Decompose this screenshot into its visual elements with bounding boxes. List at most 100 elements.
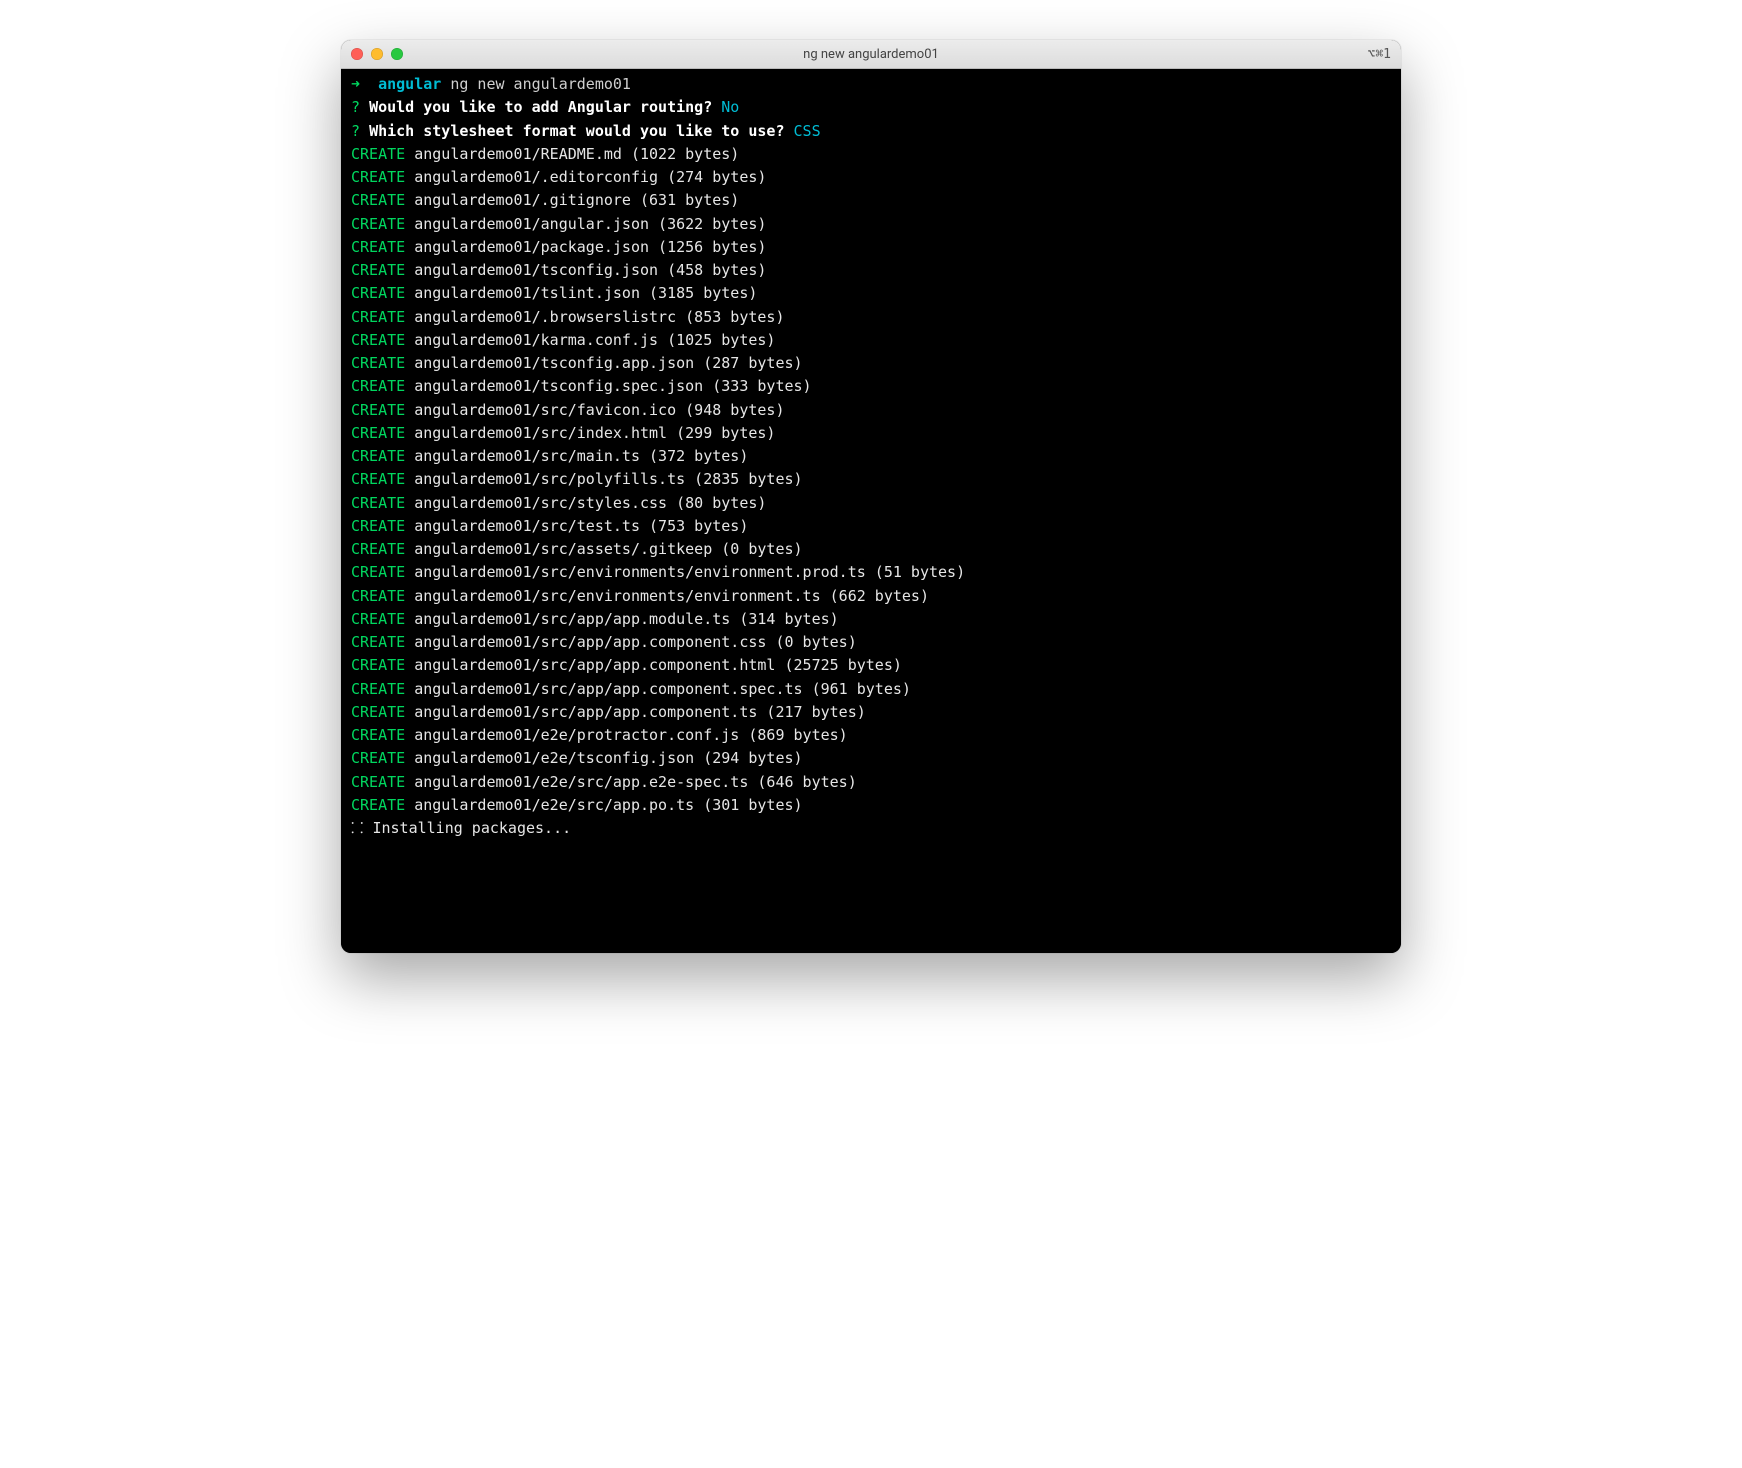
terminal-body[interactable]: ➜ angular ng new angulardemo01? Would yo…: [341, 69, 1401, 953]
status-text: Installing packages...: [372, 819, 571, 837]
create-path: angulardemo01/.browserslistrc (853 bytes…: [405, 308, 784, 326]
create-label: CREATE: [351, 470, 405, 488]
create-path: angulardemo01/src/styles.css (80 bytes): [405, 494, 766, 512]
create-line: CREATE angulardemo01/src/index.html (299…: [351, 422, 1391, 445]
create-line: CREATE angulardemo01/src/polyfills.ts (2…: [351, 468, 1391, 491]
create-label: CREATE: [351, 773, 405, 791]
create-line: CREATE angulardemo01/src/app/app.compone…: [351, 631, 1391, 654]
create-label: CREATE: [351, 308, 405, 326]
create-path: angulardemo01/.gitignore (631 bytes): [405, 191, 739, 209]
create-label: CREATE: [351, 191, 405, 209]
create-path: angulardemo01/e2e/protractor.conf.js (86…: [405, 726, 848, 744]
create-path: angulardemo01/src/main.ts (372 bytes): [405, 447, 748, 465]
create-line: CREATE angulardemo01/tsconfig.json (458 …: [351, 259, 1391, 282]
window-shortcut-hint: ⌥⌘1: [1368, 47, 1391, 62]
create-line: CREATE angulardemo01/.browserslistrc (85…: [351, 306, 1391, 329]
create-path: angulardemo01/tslint.json (3185 bytes): [405, 284, 757, 302]
create-label: CREATE: [351, 587, 405, 605]
create-label: CREATE: [351, 796, 405, 814]
close-button[interactable]: [351, 48, 363, 60]
create-label: CREATE: [351, 680, 405, 698]
create-label: CREATE: [351, 610, 405, 628]
create-line: CREATE angulardemo01/karma.conf.js (1025…: [351, 329, 1391, 352]
prompt-line: ➜ angular ng new angulardemo01: [351, 73, 1391, 96]
create-line: CREATE angulardemo01/e2e/tsconfig.json (…: [351, 747, 1391, 770]
create-label: CREATE: [351, 331, 405, 349]
create-line: CREATE angulardemo01/e2e/protractor.conf…: [351, 724, 1391, 747]
create-label: CREATE: [351, 563, 405, 581]
status-line: ⸬ Installing packages...: [351, 817, 1391, 840]
create-label: CREATE: [351, 447, 405, 465]
create-line: CREATE angulardemo01/package.json (1256 …: [351, 236, 1391, 259]
create-line: CREATE angulardemo01/angular.json (3622 …: [351, 213, 1391, 236]
create-path: angulardemo01/src/test.ts (753 bytes): [405, 517, 748, 535]
create-line: CREATE angulardemo01/src/environments/en…: [351, 561, 1391, 584]
create-line: CREATE angulardemo01/tsconfig.spec.json …: [351, 375, 1391, 398]
create-path: angulardemo01/angular.json (3622 bytes): [405, 215, 766, 233]
create-label: CREATE: [351, 424, 405, 442]
create-label: CREATE: [351, 633, 405, 651]
create-path: angulardemo01/src/environments/environme…: [405, 587, 929, 605]
create-path: angulardemo01/src/assets/.gitkeep (0 byt…: [405, 540, 802, 558]
create-label: CREATE: [351, 703, 405, 721]
create-line: CREATE angulardemo01/src/assets/.gitkeep…: [351, 538, 1391, 561]
create-path: angulardemo01/e2e/src/app.e2e-spec.ts (6…: [405, 773, 857, 791]
question-line: ? Which stylesheet format would you like…: [351, 120, 1391, 143]
create-label: CREATE: [351, 726, 405, 744]
create-label: CREATE: [351, 401, 405, 419]
create-line: CREATE angulardemo01/src/app/app.compone…: [351, 654, 1391, 677]
create-path: angulardemo01/e2e/src/app.po.ts (301 byt…: [405, 796, 802, 814]
window-title: ng new angulardemo01: [341, 47, 1401, 62]
create-label: CREATE: [351, 517, 405, 535]
create-path: angulardemo01/src/app/app.module.ts (314…: [405, 610, 838, 628]
create-label: CREATE: [351, 145, 405, 163]
create-line: CREATE angulardemo01/src/app/app.module.…: [351, 608, 1391, 631]
terminal-window: ng new angulardemo01 ⌥⌘1 ➜ angular ng ne…: [341, 40, 1401, 953]
create-line: CREATE angulardemo01/src/styles.css (80 …: [351, 492, 1391, 515]
create-label: CREATE: [351, 656, 405, 674]
create-label: CREATE: [351, 238, 405, 256]
create-path: angulardemo01/src/app/app.component.css …: [405, 633, 857, 651]
spinner-icon: ⸬: [351, 819, 372, 837]
create-label: CREATE: [351, 494, 405, 512]
create-path: angulardemo01/src/app/app.component.html…: [405, 656, 902, 674]
window-controls: [351, 48, 403, 60]
titlebar: ng new angulardemo01 ⌥⌘1: [341, 40, 1401, 69]
create-path: angulardemo01/src/environments/environme…: [405, 563, 965, 581]
question-text: Which stylesheet format would you like t…: [369, 122, 793, 140]
create-line: CREATE angulardemo01/src/environments/en…: [351, 585, 1391, 608]
question-line: ? Would you like to add Angular routing?…: [351, 96, 1391, 119]
question-text: Would you like to add Angular routing?: [369, 98, 721, 116]
create-label: CREATE: [351, 168, 405, 186]
create-label: CREATE: [351, 749, 405, 767]
create-path: angulardemo01/src/polyfills.ts (2835 byt…: [405, 470, 802, 488]
prompt-arrow-icon: ➜: [351, 75, 378, 93]
create-line: CREATE angulardemo01/src/test.ts (753 by…: [351, 515, 1391, 538]
create-path: angulardemo01/README.md (1022 bytes): [405, 145, 739, 163]
create-line: CREATE angulardemo01/README.md (1022 byt…: [351, 143, 1391, 166]
create-path: angulardemo01/tsconfig.app.json (287 byt…: [405, 354, 802, 372]
create-line: CREATE angulardemo01/src/app/app.compone…: [351, 678, 1391, 701]
create-path: angulardemo01/src/index.html (299 bytes): [405, 424, 775, 442]
create-label: CREATE: [351, 284, 405, 302]
create-line: CREATE angulardemo01/e2e/src/app.po.ts (…: [351, 794, 1391, 817]
create-line: CREATE angulardemo01/e2e/src/app.e2e-spe…: [351, 771, 1391, 794]
question-answer: No: [721, 98, 739, 116]
create-label: CREATE: [351, 540, 405, 558]
create-label: CREATE: [351, 354, 405, 372]
maximize-button[interactable]: [391, 48, 403, 60]
question-mark-icon: ?: [351, 122, 369, 140]
question-mark-icon: ?: [351, 98, 369, 116]
prompt-context: angular: [378, 75, 441, 93]
create-path: angulardemo01/src/favicon.ico (948 bytes…: [405, 401, 784, 419]
create-line: CREATE angulardemo01/.editorconfig (274 …: [351, 166, 1391, 189]
create-label: CREATE: [351, 261, 405, 279]
create-path: angulardemo01/src/app/app.component.spec…: [405, 680, 911, 698]
create-label: CREATE: [351, 215, 405, 233]
minimize-button[interactable]: [371, 48, 383, 60]
create-path: angulardemo01/tsconfig.json (458 bytes): [405, 261, 766, 279]
create-line: CREATE angulardemo01/src/app/app.compone…: [351, 701, 1391, 724]
question-answer: CSS: [794, 122, 821, 140]
create-path: angulardemo01/.editorconfig (274 bytes): [405, 168, 766, 186]
create-label: CREATE: [351, 377, 405, 395]
